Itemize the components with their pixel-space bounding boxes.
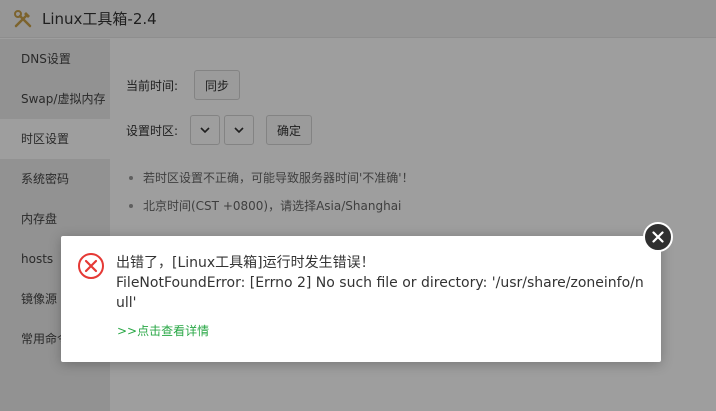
error-message-block: 出错了，[Linux工具箱]运行时发生错误！ FileNotFoundError…	[116, 253, 646, 313]
error-heading: 出错了，[Linux工具箱]运行时发生错误！	[116, 255, 375, 271]
close-icon	[652, 231, 664, 243]
close-dialog-button[interactable]	[643, 222, 673, 252]
error-x-icon	[78, 253, 104, 279]
error-dialog: 出错了，[Linux工具箱]运行时发生错误！ FileNotFoundError…	[61, 236, 661, 362]
details-link[interactable]: >>点击查看详情	[117, 322, 209, 339]
error-text: FileNotFoundError: [Errno 2] No such fil…	[116, 275, 644, 311]
